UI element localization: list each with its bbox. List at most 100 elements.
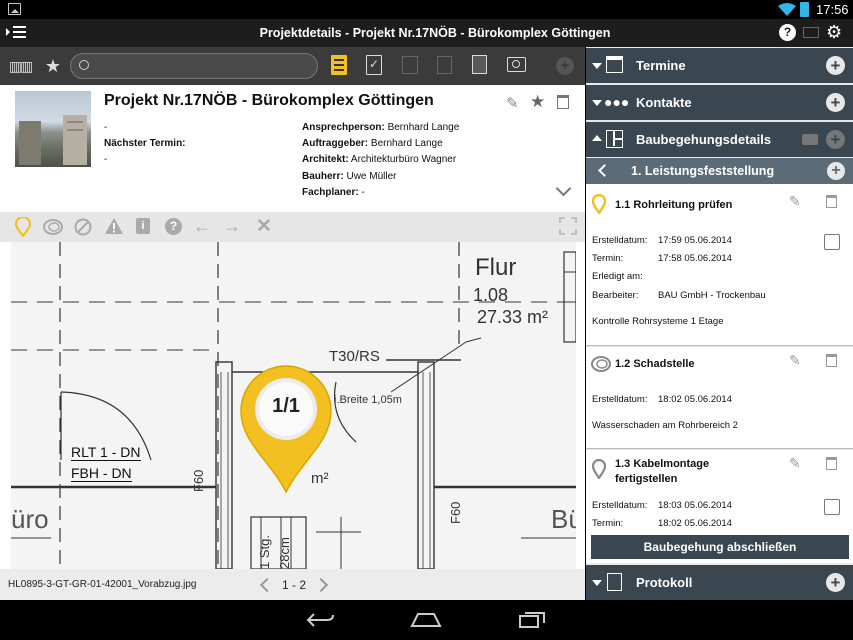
finish-inspection-button[interactable]: Baubegehung abschließen (591, 535, 849, 559)
project-dash-1: - (104, 122, 108, 133)
clock: 17:56 (816, 2, 849, 17)
pin-tool-icon[interactable] (15, 217, 31, 237)
close-tool-icon[interactable]: ✕ (256, 215, 272, 238)
done-checkbox[interactable] (824, 499, 840, 515)
floorplan-icon (606, 130, 623, 148)
location-marker-icon[interactable] (239, 364, 333, 494)
subsection-leistung[interactable]: 1. Leistungsfeststellung + (586, 158, 853, 184)
field-client: Auftraggeber: Bernhard Lange (302, 138, 443, 149)
add-termin-button[interactable]: + (826, 56, 845, 75)
list-icon[interactable] (331, 55, 347, 75)
done-checkbox[interactable] (824, 234, 840, 250)
section-label: Kontakte (636, 95, 692, 110)
main-toolbar: ▥▥ ★ ✓ + (0, 47, 585, 85)
item-row: Erstelldatum: 18:02 05.06.2014 (592, 394, 732, 405)
item-row: Bearbeiter: BAU GmbH - Trockenbau (592, 290, 766, 301)
inspection-item[interactable]: 1.3 Kabelmontage fertigstellen ✎ Erstell… (586, 450, 853, 563)
delete-icon[interactable] (557, 95, 569, 109)
books-icon[interactable]: ▥▥ (8, 54, 33, 78)
edit-icon[interactable]: ✎ (789, 455, 801, 472)
row-value: 18:02 05.06.2014 (658, 394, 732, 405)
fullscreen-icon[interactable] (559, 217, 577, 235)
item-row: Erstelldatum: 17:59 05.06.2014 (592, 235, 732, 246)
edit-icon[interactable]: ✎ (789, 193, 801, 210)
section-baubegehung[interactable]: Baubegehungsdetails + (586, 122, 853, 157)
delete-icon[interactable] (826, 457, 837, 470)
back-chevron-icon[interactable] (598, 164, 611, 177)
row-label: Termin: (592, 253, 624, 264)
plan-toolbar: i ? ← → ✕ (0, 212, 585, 242)
item-title: 1.2 Schadstelle (615, 358, 695, 370)
back-icon[interactable] (305, 612, 335, 628)
protocol-icon (607, 573, 622, 591)
settings-icon[interactable]: ⚙ (826, 22, 842, 43)
forbidden-tool-icon[interactable] (74, 218, 92, 236)
plan-text-f60-right: F60 (448, 501, 463, 524)
edit-icon[interactable]: ✎ (789, 352, 801, 369)
camera-icon[interactable] (507, 57, 526, 72)
section-termine[interactable]: Termine + (586, 48, 853, 83)
wifi-icon (778, 3, 796, 16)
plan-icon[interactable] (402, 56, 418, 74)
item-note: Kontrolle Rohrsysteme 1 Etage (592, 316, 724, 327)
row-label: Erledigt am: (592, 271, 643, 282)
field-label: Auftraggeber: (302, 138, 369, 149)
add-item-button[interactable]: + (827, 162, 845, 180)
row-label: Erstelldatum: (592, 394, 648, 405)
gallery-notification-icon (8, 3, 21, 15)
question-tool-icon[interactable]: ? (165, 218, 182, 235)
inspection-item[interactable]: 1.1 Rohrleitung prüfen ✎ Erstelldatum: 17… (586, 184, 853, 346)
field-planner: Fachplaner: - (302, 187, 365, 198)
collapse-arrow-icon (592, 63, 602, 69)
edit-icon[interactable]: ✎ (506, 94, 519, 112)
menu-icon[interactable] (6, 25, 28, 41)
field-label: Architekt: (302, 154, 349, 165)
row-value: 18:03 05.06.2014 (658, 500, 732, 511)
add-icon[interactable]: + (556, 57, 574, 75)
warning-tool-icon[interactable] (104, 217, 124, 235)
damage-tool-icon[interactable] (43, 219, 63, 235)
inspection-item[interactable]: 1.2 Schadstelle ✎ Erstelldatum: 18:02 05.… (586, 347, 853, 449)
prev-page-icon[interactable] (259, 577, 275, 593)
field-label: Ansprechperson: (302, 122, 385, 133)
add-inspection-button[interactable]: + (826, 130, 845, 149)
add-contact-button[interactable]: + (826, 93, 845, 112)
help-icon[interactable]: ? (779, 24, 796, 41)
delete-icon[interactable] (826, 354, 837, 367)
row-value: 18:02 05.06.2014 (658, 518, 732, 529)
recent-apps-icon[interactable] (518, 611, 546, 629)
item-title-line1: 1.3 Kabelmontage (615, 458, 710, 470)
add-protocol-button[interactable]: + (826, 573, 845, 592)
document-icon[interactable] (437, 56, 452, 74)
item-title: 1.1 Rohrleitung prüfen (615, 199, 733, 211)
home-icon[interactable] (410, 612, 442, 628)
checklist-icon[interactable]: ✓ (366, 55, 382, 75)
section-kontakte[interactable]: ●●● Kontakte + (586, 85, 853, 120)
project-photo (15, 91, 91, 167)
favorite-icon[interactable]: ★ (530, 92, 545, 112)
section-protokoll[interactable]: Protokoll + (586, 565, 853, 600)
battery-icon (800, 2, 809, 17)
status-bar: 17:56 (0, 0, 853, 19)
print-icon[interactable] (802, 134, 818, 145)
plan-text-t30: T30/RS (329, 348, 380, 365)
floor-plan[interactable]: Flur 1.08 27.33 m² T30/RS i.Breite 1,05m… (11, 242, 576, 569)
search-input[interactable] (70, 53, 318, 79)
item-row: Termin: 18:02 05.06.2014 (592, 518, 732, 529)
sidebar: Termine + ●●● Kontakte + Baubegehungsdet… (586, 47, 853, 600)
delete-icon[interactable] (826, 195, 837, 208)
arrow-right-icon[interactable]: → (223, 216, 241, 237)
row-label: Termin: (592, 518, 624, 529)
page-indicator: 1 - 2 (282, 578, 307, 592)
report-icon[interactable] (472, 55, 487, 74)
expand-chevron-icon[interactable] (555, 180, 572, 197)
mail-icon[interactable] (803, 27, 819, 38)
section-label: Baubegehungsdetails (636, 132, 772, 147)
star-icon[interactable]: ★ (41, 54, 65, 78)
plan-text-dim: 28cm (277, 537, 292, 569)
next-page-icon[interactable] (313, 577, 329, 593)
arrow-left-icon[interactable]: ← (193, 216, 211, 237)
info-tool-icon[interactable]: i (136, 218, 150, 234)
field-value: Bernhard Lange (370, 138, 443, 149)
field-contact: Ansprechperson: Bernhard Lange (302, 122, 459, 133)
